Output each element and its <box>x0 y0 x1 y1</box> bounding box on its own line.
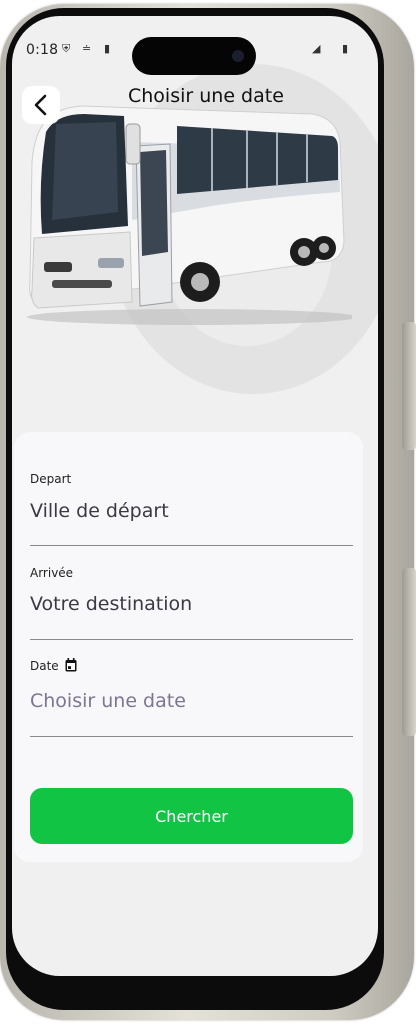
page-title: Choisir une date <box>128 85 284 107</box>
date-underline <box>30 736 353 737</box>
date-label: Date <box>30 659 59 673</box>
signal-icon: ◢ <box>312 42 321 55</box>
arrivee-label: Arrivée <box>30 566 74 580</box>
search-button[interactable]: Chercher <box>30 788 353 844</box>
depart-underline <box>30 545 353 546</box>
date-field[interactable]: Choisir une date <box>30 690 186 712</box>
wifi-icon: ≐ <box>82 42 92 55</box>
battery-icon: ▮ <box>342 42 349 55</box>
date-label-row: Date <box>30 658 77 673</box>
chevron-left-icon <box>34 94 47 116</box>
arrivee-underline <box>30 639 353 640</box>
sim-icon: ▮ <box>104 42 111 55</box>
bus-illustration <box>12 102 357 332</box>
back-button[interactable] <box>22 86 60 124</box>
search-form-card: Depart Ville de départ Arrivée Votre des… <box>14 432 363 862</box>
status-time: 0:18 <box>26 42 59 58</box>
shield-icon: ⛨ <box>62 42 71 55</box>
depart-field[interactable]: Ville de départ <box>30 500 169 522</box>
dynamic-island <box>132 37 256 75</box>
side-button <box>402 322 416 450</box>
depart-label: Depart <box>30 472 72 486</box>
arrivee-field[interactable]: Votre destination <box>30 593 192 615</box>
calendar-icon[interactable] <box>65 658 77 672</box>
app-screen: 0:18 ⛨ ≐ ▮ ◢ ▮ Choisir une date Depart V… <box>12 16 378 976</box>
side-button-lower <box>402 568 416 736</box>
camera-icon <box>232 50 244 62</box>
